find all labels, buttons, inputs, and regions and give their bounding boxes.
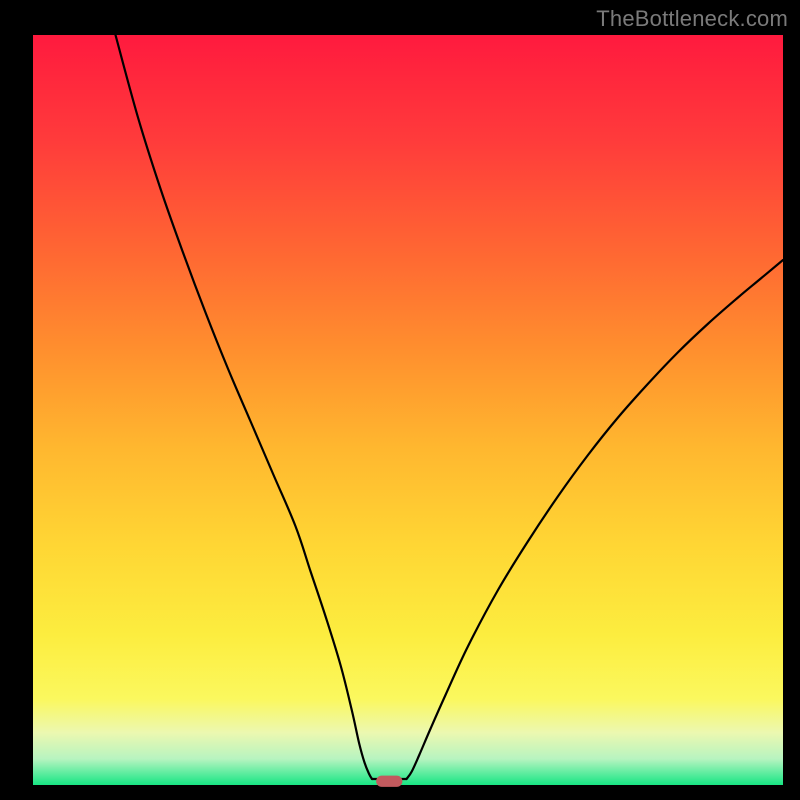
bottleneck-marker [376,776,402,787]
plot-background [33,35,783,785]
chart-canvas [0,0,800,800]
chart-frame: TheBottleneck.com [0,0,800,800]
